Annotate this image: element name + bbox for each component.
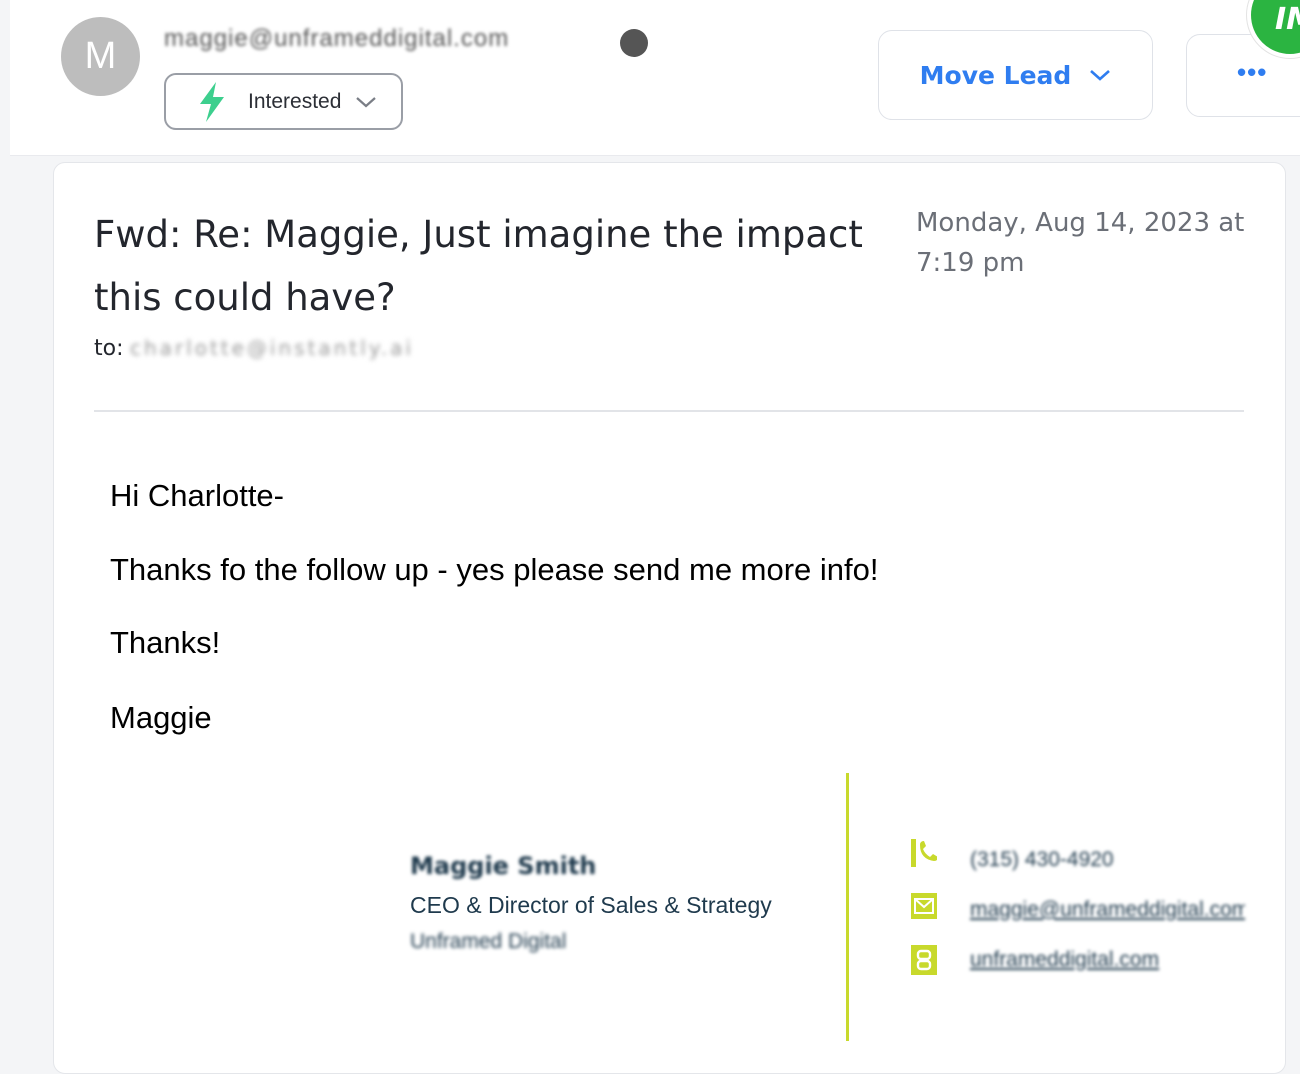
email-date: Monday, Aug 14, 2023 at 7:19 pm xyxy=(916,208,1245,278)
link-icon xyxy=(911,945,937,975)
signature-phone: (315) 430-4920 xyxy=(970,848,1114,871)
signature-website-link[interactable]: unframeddigital.com xyxy=(970,948,1188,974)
lightning-icon xyxy=(196,81,228,122)
copy-icon[interactable] xyxy=(620,29,648,57)
move-lead-label: Move Lead xyxy=(919,60,1072,90)
phone-icon xyxy=(911,839,937,867)
email-signoff: Maggie xyxy=(110,700,212,735)
email-body-line: Thanks fo the follow up - yes please sen… xyxy=(110,552,879,587)
signature-title: CEO & Director of Sales & Strategy xyxy=(410,892,772,918)
more-icon: ••• xyxy=(1237,57,1268,87)
email-subject: Fwd: Re: Maggie, Just imagine the impact… xyxy=(94,213,863,319)
chevron-down-icon xyxy=(355,95,377,109)
mail-icon xyxy=(911,893,937,919)
signature-email-link[interactable]: maggie@unframeddigital.com xyxy=(970,898,1245,924)
recipient-address: charlotte@instantly.ai xyxy=(130,336,414,360)
lead-status-label: Interested xyxy=(248,89,342,113)
divider xyxy=(94,410,1244,412)
signature-divider xyxy=(846,773,849,1041)
signature-name: Maggie Smith xyxy=(410,852,597,880)
sender-email: maggie@unframeddigital.com xyxy=(164,25,510,52)
to-label: to: xyxy=(94,336,124,361)
signature-company: Unframed Digital xyxy=(410,930,567,953)
move-lead-button[interactable]: Move Lead xyxy=(878,30,1153,120)
avatar: M xyxy=(61,17,140,96)
lead-status-dropdown[interactable]: Interested xyxy=(164,73,403,130)
email-greeting: Hi Charlotte- xyxy=(110,478,284,513)
chevron-down-icon xyxy=(1089,68,1111,82)
email-body-line: Thanks! xyxy=(110,625,221,660)
